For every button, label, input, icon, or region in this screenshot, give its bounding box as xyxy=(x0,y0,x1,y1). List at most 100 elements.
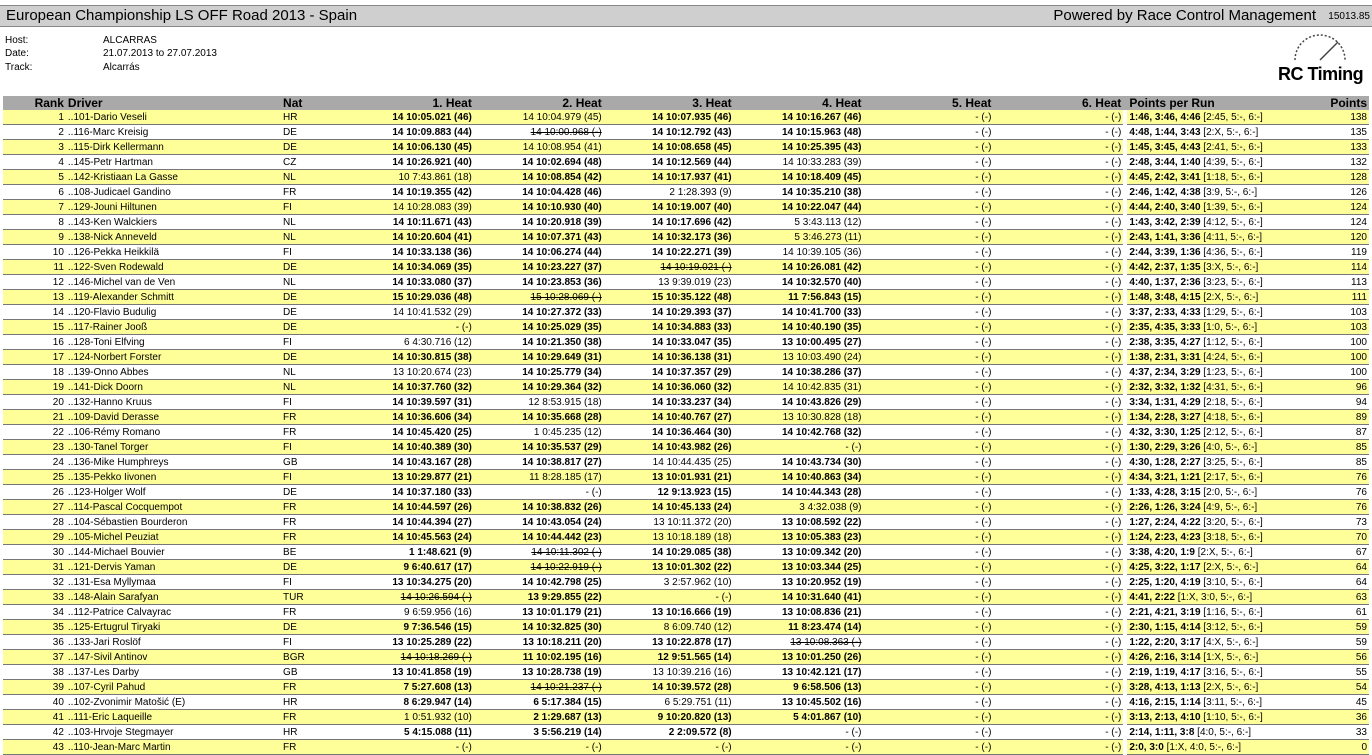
nat-cell: FR xyxy=(281,499,344,515)
heat-1-cell: 14 10:43.167 (28) xyxy=(343,454,474,470)
table-row: 4 ..145-Petr Hartman CZ 14 10:26.921 (40) 14… xyxy=(3,154,1369,170)
counted-runs: 2:21, 4:21, 3:19 xyxy=(1129,606,1201,618)
counted-runs: 4:40, 1:37, 2:36 xyxy=(1129,276,1201,288)
heat-3-cell: - (-) xyxy=(603,589,734,605)
heat-5-cell: - (-) xyxy=(863,319,994,335)
points-per-run-cell: 2:32, 3:32, 1:32 [4:31, 5:-, 6:-] xyxy=(1127,379,1300,395)
heat-1-cell: 9 7:36.546 (15) xyxy=(343,619,474,635)
dropped-runs: [3:16, 5:-, 6:-] xyxy=(1200,666,1263,678)
heat-2-cell: 14 10:25.029 (35) xyxy=(473,319,604,335)
nat-cell: NL xyxy=(281,214,344,230)
rank-cell: 23 xyxy=(3,439,66,455)
rank-cell: 4 xyxy=(3,154,66,170)
heat-1-cell: 14 10:44.394 (27) xyxy=(343,514,474,530)
heat-5-cell: - (-) xyxy=(863,289,994,305)
counted-runs: 4:25, 3:22, 1:17 xyxy=(1129,561,1201,573)
counted-runs: 4:45, 2:42, 3:41 xyxy=(1129,171,1201,183)
col-heat-6: 6. Heat xyxy=(993,96,1124,110)
points-cell: 61 xyxy=(1299,604,1369,620)
heat-1-cell: 14 10:26.921 (40) xyxy=(343,154,474,170)
heat-3-cell: 14 10:17.696 (42) xyxy=(603,214,734,230)
host-value: ALCARRAS xyxy=(103,35,157,46)
heat-3-cell: 8 6:09.740 (12) xyxy=(603,619,734,635)
points-per-run-cell: 2:0, 3:0 [1:X, 4:0, 5:-, 6:-] xyxy=(1127,739,1300,755)
points-per-run-cell: 1:30, 2:29, 3:26 [4:0, 5:-, 6:-] xyxy=(1127,439,1300,455)
heat-3-cell: 14 10:40.767 (27) xyxy=(603,409,734,425)
dropped-runs: [2:X, 5:-, 6:-] xyxy=(1200,561,1259,573)
table-row: 19 ..141-Dick Doorn NL 14 10:37.760 (32) 14 … xyxy=(3,379,1369,395)
points-per-run-cell: 4:48, 1:44, 3:43 [2:X, 5:-, 6:-] xyxy=(1127,124,1300,140)
driver-cell: ..132-Hanno Kruus xyxy=(65,394,282,410)
points-cell: 111 xyxy=(1299,289,1369,305)
heat-1-cell: 13 10:34.275 (20) xyxy=(343,574,474,590)
rank-cell: 27 xyxy=(3,499,66,515)
dropped-runs: [3:18, 5:-, 6:-] xyxy=(1200,531,1263,543)
rank-cell: 1 xyxy=(3,110,66,125)
driver-cell: ..125-Ertugrul Tiryaki xyxy=(65,619,282,635)
heat-3-cell: 13 10:22.878 (17) xyxy=(603,634,734,650)
heat-2-cell: 14 10:35.668 (28) xyxy=(473,409,604,425)
counted-runs: 4:16, 2:15, 1:14 xyxy=(1129,696,1201,708)
heat-1-cell: 14 10:26.594 (-) xyxy=(343,589,474,605)
heat-2-cell: 14 10:32.825 (30) xyxy=(473,619,604,635)
points-cell: 64 xyxy=(1299,574,1369,590)
heat-4-cell: 13 10:20.952 (19) xyxy=(733,574,864,590)
heat-6-cell: - (-) xyxy=(993,484,1124,500)
nat-cell: BE xyxy=(281,544,344,560)
table-row: 39 ..107-Cyril Pahud FR 7 5:27.608 (13) 14 1… xyxy=(3,679,1369,695)
heat-5-cell: - (-) xyxy=(863,394,994,410)
dropped-runs: [1:18, 5:-, 6:-] xyxy=(1200,171,1263,183)
heat-1-cell: 13 10:41.858 (19) xyxy=(343,664,474,680)
driver-cell: ..103-Hrvoje Stegmayer xyxy=(65,724,282,740)
rank-cell: 37 xyxy=(3,649,66,665)
dropped-runs: [4:11, 5:-, 6:-] xyxy=(1200,231,1263,243)
results-body: 1 ..101-Dario Veseli HR 14 10:05.021 (46) 14… xyxy=(3,110,1369,755)
points-cell: 114 xyxy=(1299,259,1369,275)
counted-runs: 2:14, 1:11, 3:8 xyxy=(1129,726,1195,738)
col-heat-3: 3. Heat xyxy=(603,96,734,110)
nat-cell: FR xyxy=(281,529,344,545)
heat-4-cell: 14 10:33.283 (39) xyxy=(733,154,864,170)
heat-1-cell: 13 10:20.674 (23) xyxy=(343,364,474,380)
col-heat-5: 5. Heat xyxy=(863,96,994,110)
heat-1-cell: 14 10:36.606 (34) xyxy=(343,409,474,425)
points-per-run-cell: 1:22, 2:20, 3:17 [4:X, 5:-, 6:-] xyxy=(1127,634,1300,650)
heat-3-cell: 13 9:39.019 (23) xyxy=(603,274,734,290)
heat-1-cell: 6 4:30.716 (12) xyxy=(343,334,474,350)
driver-cell: ..102-Zvonimir Matošić (E) xyxy=(65,694,282,710)
nat-cell: HR xyxy=(281,724,344,740)
driver-cell: ..111-Eric Laqueille xyxy=(65,709,282,725)
heat-3-cell: 14 10:08.658 (45) xyxy=(603,139,734,155)
dropped-runs: [1:X, 3:0, 5:-, 6:-] xyxy=(1174,591,1253,603)
heat-3-cell: 14 10:19.007 (40) xyxy=(603,199,734,215)
points-per-run-cell: 3:28, 4:13, 1:13 [2:X, 5:-, 6:-] xyxy=(1127,679,1300,695)
heat-6-cell: - (-) xyxy=(993,379,1124,395)
points-per-run-cell: 2:43, 1:41, 3:36 [4:11, 5:-, 6:-] xyxy=(1127,229,1300,245)
heat-6-cell: - (-) xyxy=(993,199,1124,215)
heat-4-cell: 13 10:45.502 (16) xyxy=(733,694,864,710)
heat-3-cell: 14 10:45.133 (24) xyxy=(603,499,734,515)
heat-5-cell: - (-) xyxy=(863,634,994,650)
table-row: 25 ..135-Pekko Iivonen FI 13 10:29.877 (21)… xyxy=(3,469,1369,485)
dropped-runs: [1:29, 5:-, 6:-] xyxy=(1200,306,1263,318)
heat-6-cell: - (-) xyxy=(993,619,1124,635)
heat-4-cell: 14 10:39.105 (36) xyxy=(733,244,864,260)
points-per-run-cell: 1:24, 2:23, 4:23 [3:18, 5:-, 6:-] xyxy=(1127,529,1300,545)
dropped-runs: [4:X, 5:-, 6:-] xyxy=(1200,636,1259,648)
rank-cell: 25 xyxy=(3,469,66,485)
driver-cell: ..109-David Derasse xyxy=(65,409,282,425)
heat-4-cell: 5 4:01.867 (10) xyxy=(733,709,864,725)
heat-3-cell: 14 10:34.883 (33) xyxy=(603,319,734,335)
table-row: 38 ..137-Les Darby GB 13 10:41.858 (19) 13 1… xyxy=(3,664,1369,680)
track-label: Track: xyxy=(5,62,33,73)
heat-1-cell: 9 6:59.956 (16) xyxy=(343,604,474,620)
driver-cell: ..148-Alain Sarafyan xyxy=(65,589,282,605)
date-value: 21.07.2013 to 27.07.2013 xyxy=(103,48,217,59)
heat-5-cell: - (-) xyxy=(863,514,994,530)
heat-5-cell: - (-) xyxy=(863,739,994,755)
driver-cell: ..121-Dervis Yaman xyxy=(65,559,282,575)
dropped-runs: [2:X, 5:-, 6:-] xyxy=(1200,681,1259,693)
heat-5-cell: - (-) xyxy=(863,424,994,440)
table-row: 42 ..103-Hrvoje Stegmayer HR 5 4:15.088 (11… xyxy=(3,724,1369,740)
heat-3-cell: 13 10:01.302 (22) xyxy=(603,559,734,575)
